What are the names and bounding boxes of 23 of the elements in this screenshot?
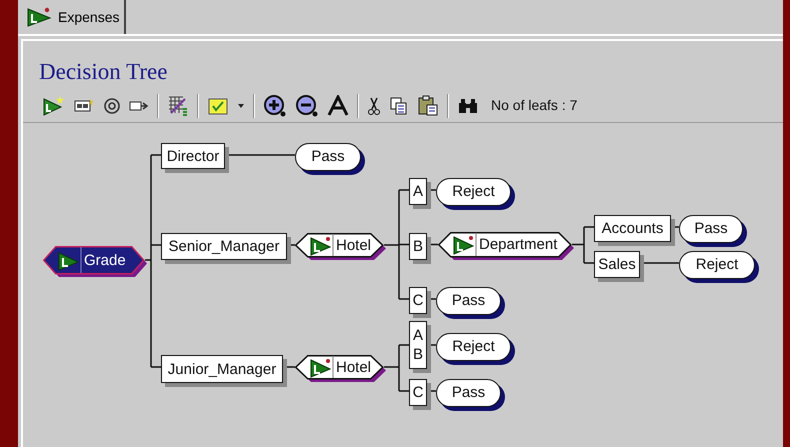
flag-icon (309, 236, 331, 256)
paste-icon[interactable] (417, 94, 439, 116)
binoculars-icon[interactable] (457, 96, 479, 114)
copy-icon[interactable] (389, 96, 409, 116)
cut-icon[interactable] (367, 96, 381, 116)
node-label: Department (479, 236, 558, 254)
arrow-icon[interactable] (129, 98, 149, 112)
checklist-icon[interactable] (207, 96, 229, 116)
flag-icon (309, 358, 331, 378)
page-title: Decision Tree (38, 58, 168, 86)
font-icon[interactable] (327, 94, 349, 116)
zoom-out-icon[interactable] (295, 94, 319, 118)
caret-icon[interactable] (237, 102, 245, 108)
grid-icon[interactable] (167, 94, 189, 116)
flag-icon (57, 250, 79, 270)
flag-icon (452, 235, 474, 255)
run-icon[interactable] (41, 94, 65, 116)
leaf-count: No of leafs : 7 (491, 96, 578, 115)
zoom-in-icon[interactable] (263, 94, 287, 118)
node-label: Hotel (336, 236, 372, 254)
node-label: Hotel (336, 358, 372, 376)
node-label: Grade (84, 252, 126, 270)
flag-icon (26, 7, 52, 27)
